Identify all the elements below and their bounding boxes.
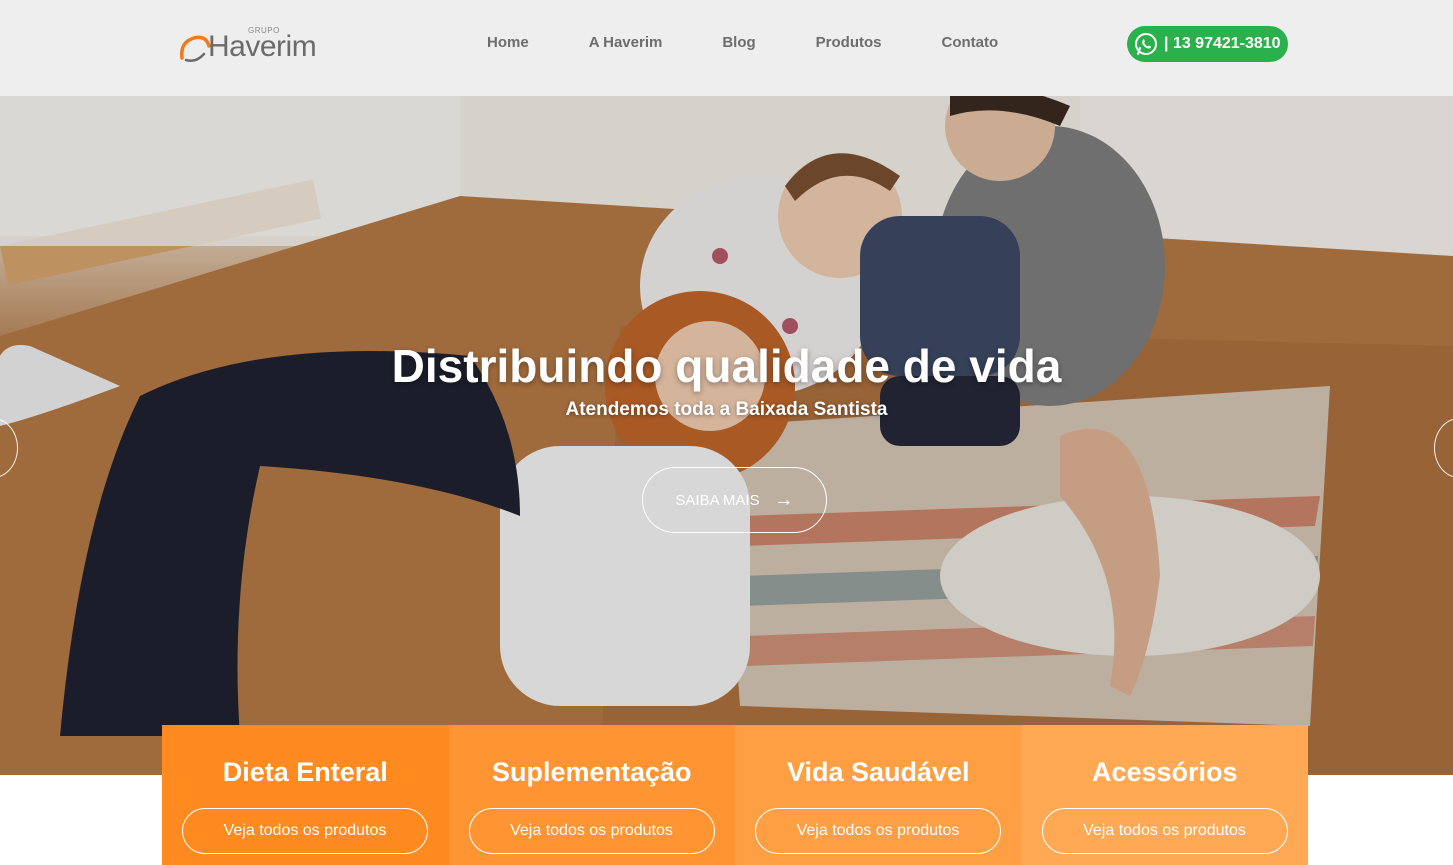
hero-banner: Distribuindo qualidade de vida Atendemos… — [0, 96, 1453, 775]
logo-mark-icon — [180, 35, 211, 62]
category-strip: Dieta Enteral Veja todos os produtos Sup… — [162, 725, 1308, 865]
logo-text: Haverim — [208, 30, 317, 63]
nav-contato[interactable]: Contato — [942, 34, 999, 51]
category-acessorios: Acessórios Veja todos os produtos — [1021, 725, 1308, 865]
hero-title: Distribuindo qualidade de vida — [391, 340, 1062, 392]
logo[interactable]: GRUPO Haverim — [178, 24, 328, 68]
category-products-button[interactable]: Veja todos os produtos — [1041, 808, 1288, 854]
saiba-mais-button[interactable]: SAIBA MAIS → — [642, 467, 827, 533]
category-dieta-enteral: Dieta Enteral Veja todos os produtos — [162, 725, 449, 865]
category-products-button[interactable]: Veja todos os produtos — [755, 808, 1001, 854]
category-products-button[interactable]: Veja todos os produtos — [468, 808, 715, 854]
arrow-right-icon: → — [773, 488, 794, 511]
hero-overlay — [0, 96, 1453, 775]
main-nav: Home A Haverim Blog Produtos Contato — [487, 34, 1058, 51]
whatsapp-icon — [1135, 33, 1157, 55]
nav-blog[interactable]: Blog — [722, 34, 755, 51]
saiba-mais-label: SAIBA MAIS — [675, 491, 760, 509]
category-title: Acessórios — [1091, 757, 1238, 787]
category-title: Vida Saudável — [786, 757, 970, 787]
nav-a-haverim[interactable]: A Haverim — [589, 34, 663, 51]
category-vida-saudavel: Vida Saudável Veja todos os produtos — [735, 725, 1022, 865]
nav-home[interactable]: Home — [487, 34, 529, 51]
whatsapp-phone: | 13 97421-3810 — [1164, 35, 1281, 52]
whatsapp-button[interactable]: | 13 97421-3810 — [1127, 26, 1288, 62]
nav-produtos[interactable]: Produtos — [816, 34, 882, 51]
hero-subtitle: Atendemos toda a Baixada Santista — [565, 399, 888, 420]
category-suplementacao: Suplementação Veja todos os produtos — [448, 725, 735, 865]
category-title: Dieta Enteral — [222, 757, 388, 787]
category-products-button[interactable]: Veja todos os produtos — [182, 808, 428, 854]
site-header: GRUPO Haverim Home A Haverim Blog Produt… — [0, 0, 1453, 96]
category-title: Suplementação — [491, 757, 692, 787]
